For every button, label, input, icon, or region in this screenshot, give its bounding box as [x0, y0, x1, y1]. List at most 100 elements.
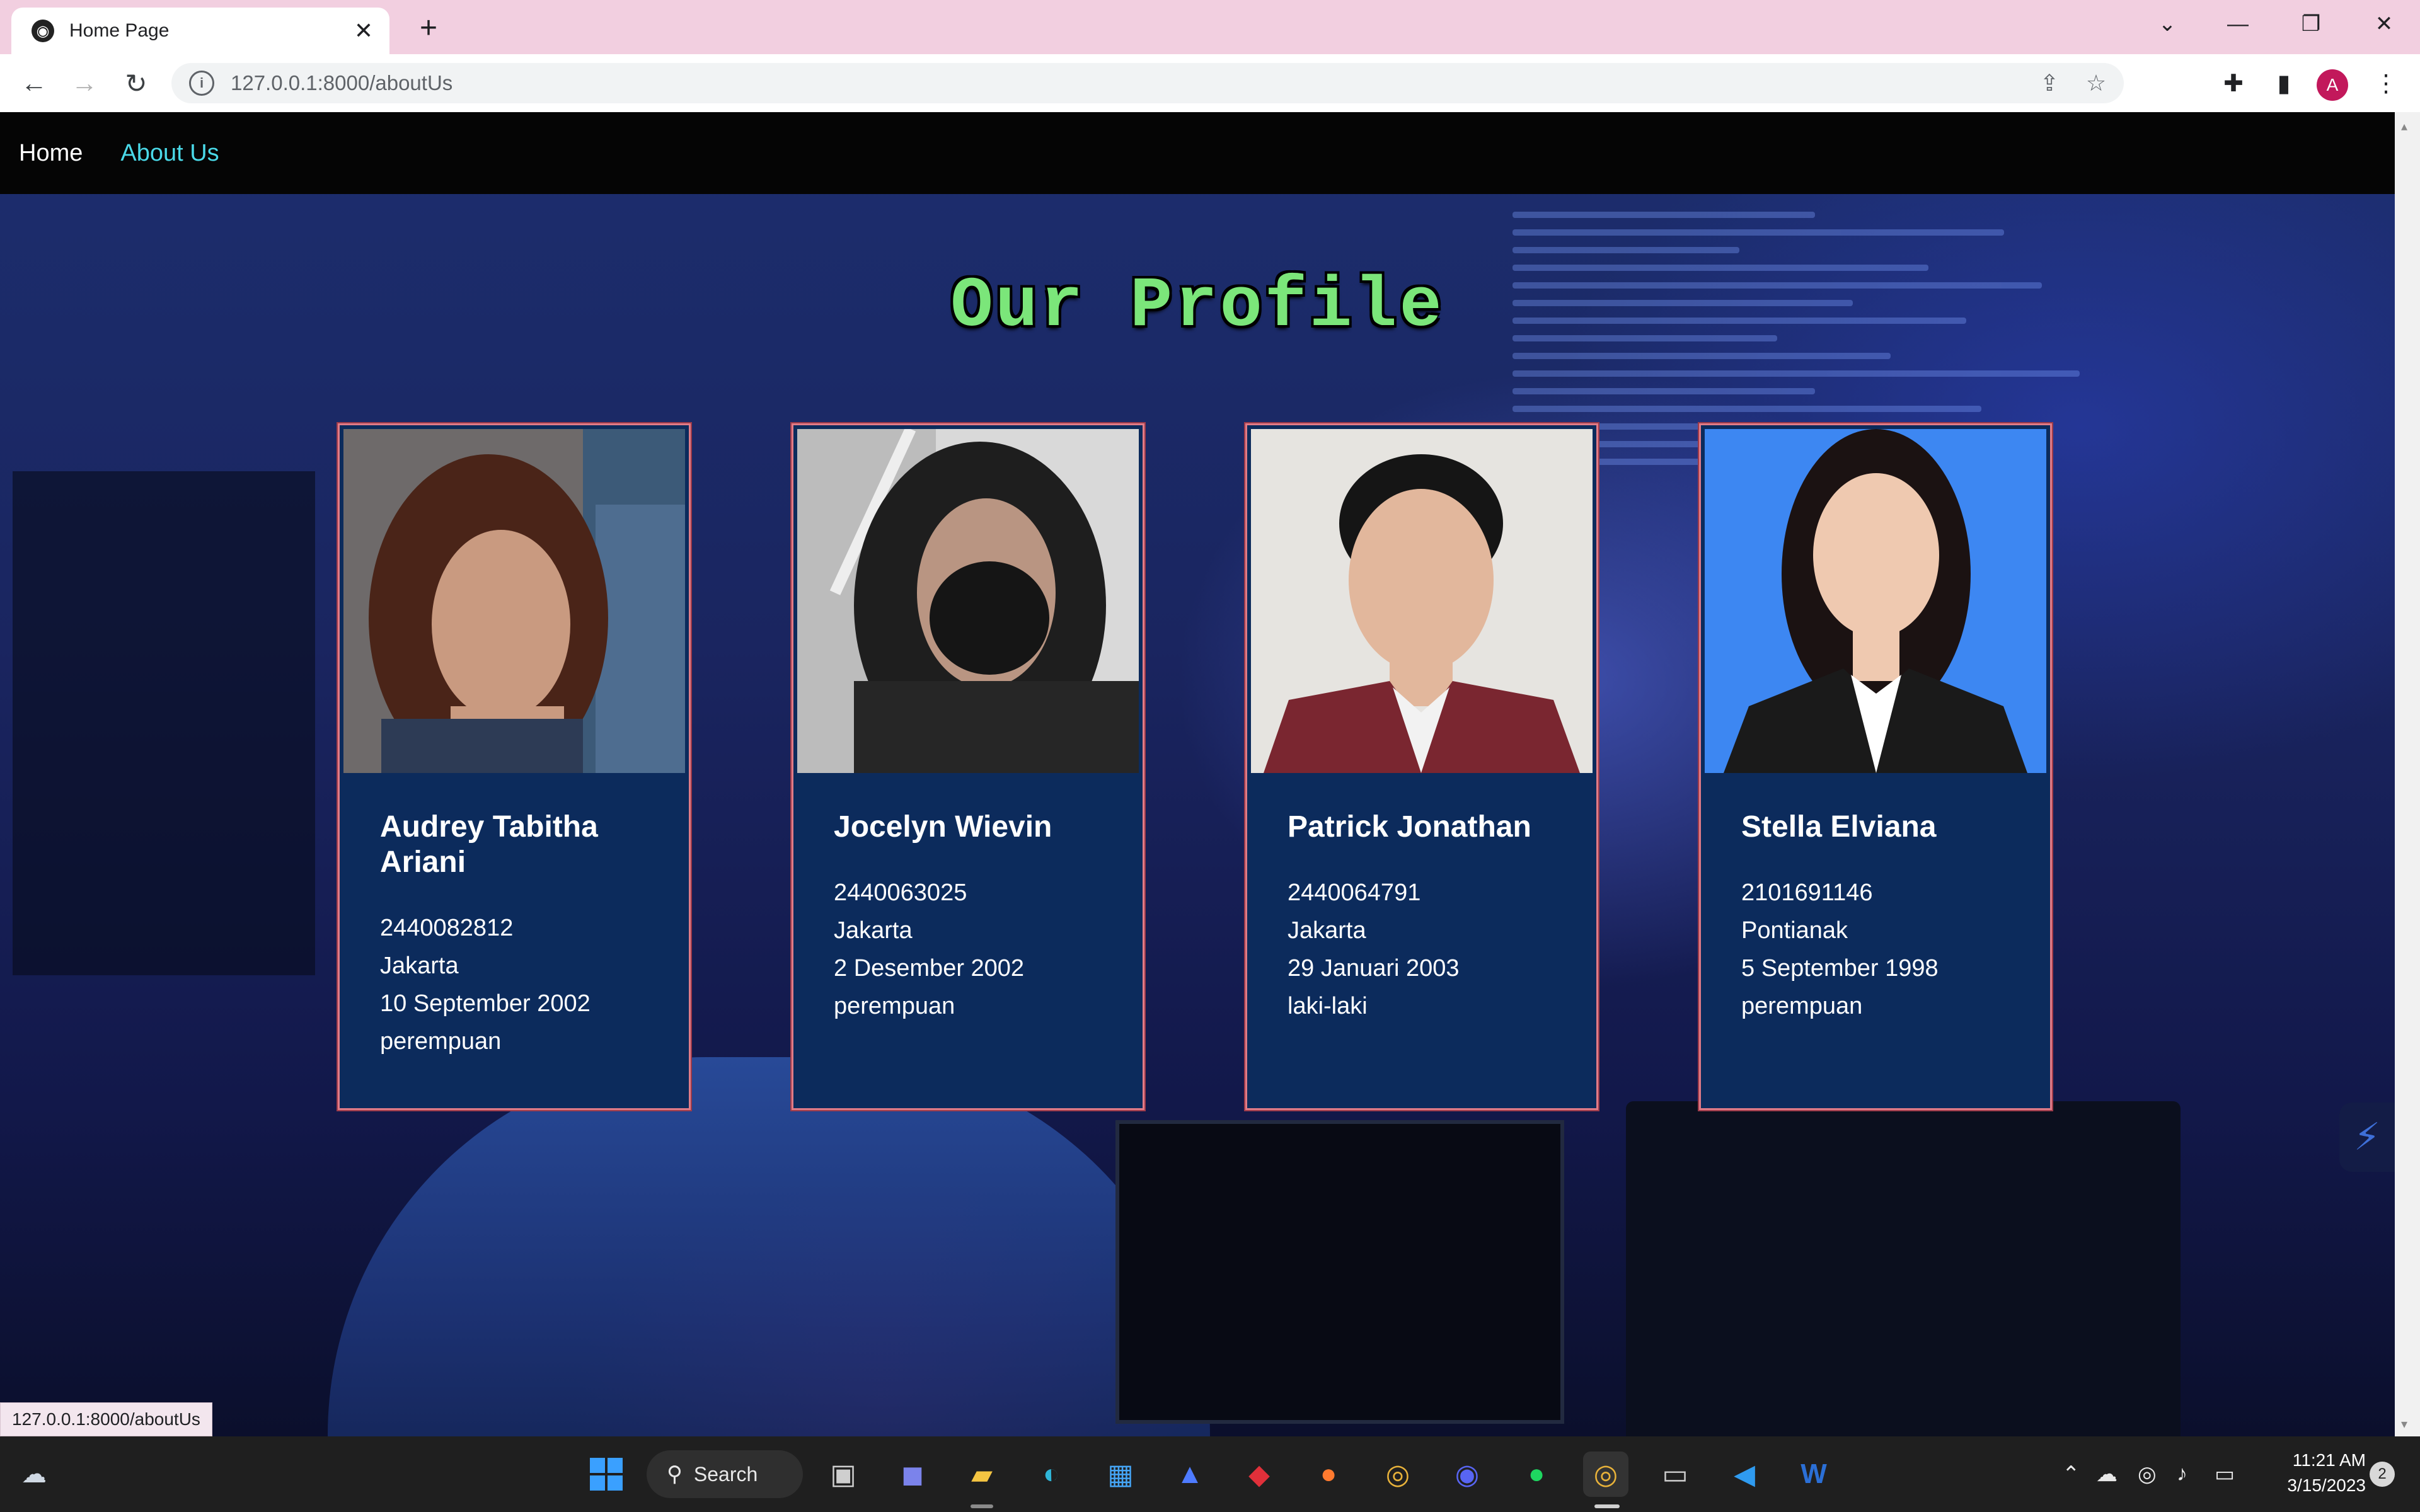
profile-city: Jakarta [834, 917, 913, 944]
profile-birthdate: 29 Januari 2003 [1288, 955, 1460, 982]
tab-title: Home Page [69, 20, 170, 41]
profile-info: Audrey Tabitha Ariani 2440082812 Jakarta… [380, 810, 664, 1060]
profile-photo [1705, 429, 2046, 773]
teams-chat-icon[interactable]: ◼ [890, 1452, 935, 1497]
profile-name: Audrey Tabitha Ariani [380, 810, 598, 879]
profile-info: Patrick Jonathan 2440064791 Jakarta 29 J… [1288, 810, 1571, 1025]
profile-info: Stella Elviana 2101691146 Pontianak 5 Se… [1741, 810, 2025, 1025]
new-tab-button[interactable]: + [410, 9, 447, 47]
notification-badge[interactable]: 2 [2370, 1462, 2395, 1487]
windows-start-icon[interactable] [584, 1452, 629, 1497]
taskbar-clock[interactable]: 11:21 AM 3/15/2023 [2265, 1448, 2366, 1498]
background-person [328, 1057, 1210, 1436]
page-title: Our Profile [950, 266, 1444, 346]
extensions-icon[interactable]: ✚ [2215, 64, 2252, 102]
app-icon[interactable]: ▲ [1167, 1452, 1213, 1497]
profile-card: Patrick Jonathan 2440064791 Jakarta 29 J… [1244, 422, 1599, 1111]
scroll-up-icon[interactable]: ▴ [2401, 118, 2414, 134]
clock-time: 11:21 AM [2292, 1450, 2366, 1470]
close-tab-icon[interactable]: ✕ [354, 18, 373, 44]
clock-date: 3/15/2023 [2287, 1475, 2366, 1495]
close-window-button[interactable]: ✕ [2362, 5, 2406, 43]
active-app-indicator [1594, 1504, 1620, 1508]
profile-gender: laki-laki [1288, 993, 1368, 1019]
floating-extension-icon[interactable]: ⚡ [2339, 1102, 2395, 1172]
profile-birthdate: 2 Desember 2002 [834, 955, 1025, 982]
status-bar-url: 127.0.0.1:8000/aboutUs [0, 1402, 212, 1436]
word-icon[interactable]: W [1791, 1452, 1836, 1497]
profile-id: 2440082812 [380, 915, 514, 941]
profile-birthdate: 5 September 1998 [1741, 955, 1939, 982]
discord-icon[interactable]: ◉ [1444, 1452, 1490, 1497]
profile-name: Jocelyn Wievin [834, 810, 1052, 844]
onedrive-icon[interactable]: ☁ [2096, 1462, 2118, 1487]
globe-icon: ◉ [32, 20, 54, 42]
taskbar-search-label: Search [693, 1462, 758, 1486]
file-explorer-icon[interactable]: ▰ [959, 1452, 1005, 1497]
browser-titlebar: ◉ Home Page ✕ + ⌄ — ❐ ✕ [0, 0, 2420, 54]
address-bar[interactable]: i 127.0.0.1:8000/aboutUs ⇪ ☆ [171, 63, 2124, 103]
profile-card: Jocelyn Wievin 2440063025 Jakarta 2 Dese… [790, 422, 1146, 1111]
tab-search-icon[interactable]: ⌄ [2145, 5, 2189, 43]
profile-id: 2440064791 [1288, 879, 1421, 906]
menu-kebab-icon[interactable]: ⋮ [2367, 64, 2405, 102]
scroll-down-icon[interactable]: ▾ [2401, 1416, 2414, 1431]
windows-taskbar: ☁ ⚲ Search ▣ ◼ ▰ ◐ ▦ ▲ ◆ ● ◎ ◉ ● ◎ ▭ ◀ W… [0, 1436, 2420, 1512]
site-navbar: Home About Us [0, 112, 2395, 194]
background-monitor [1115, 1120, 1564, 1424]
profile-photo [1251, 429, 1593, 773]
forward-icon[interactable]: → [66, 64, 103, 102]
bookmark-star-icon[interactable]: ☆ [2077, 70, 2115, 96]
profile-city: Jakarta [1288, 917, 1366, 944]
show-hidden-icons-chevron-icon[interactable]: ⌃ [2062, 1462, 2080, 1487]
share-icon[interactable]: ⇪ [2031, 70, 2068, 96]
browser-tab[interactable]: ◉ Home Page ✕ [11, 8, 389, 54]
restore-button[interactable]: ❐ [2289, 5, 2333, 43]
profile-gender: perempuan [380, 1028, 502, 1055]
profile-info: Jocelyn Wievin 2440063025 Jakarta 2 Dese… [834, 810, 1117, 1025]
profile-city: Jakarta [380, 953, 459, 979]
network-icon[interactable]: ◎ [2138, 1462, 2157, 1487]
battery-icon[interactable]: ▭ [2215, 1462, 2235, 1487]
task-view-icon[interactable]: ▣ [821, 1452, 866, 1497]
profile-avatar[interactable]: A [2317, 69, 2348, 101]
profile-photo [343, 429, 685, 773]
page-scrollbar[interactable]: ▴ ▾ [2395, 112, 2420, 1436]
vscode-icon[interactable]: ◀ [1722, 1452, 1767, 1497]
profile-name: Patrick Jonathan [1288, 810, 1531, 844]
page-viewport: Home About Us Our Profile Audrey Tabitha… [0, 112, 2395, 1436]
profile-city: Pontianak [1741, 917, 1848, 944]
reload-icon[interactable]: ↻ [117, 64, 155, 102]
chrome-profile-icon[interactable]: ◎ [1583, 1452, 1628, 1497]
edge-icon[interactable]: ◐ [1028, 1452, 1074, 1497]
mcafee-icon[interactable]: ◆ [1236, 1452, 1282, 1497]
search-icon: ⚲ [667, 1462, 683, 1486]
side-panel-icon[interactable]: ▮ [2265, 64, 2303, 102]
taskbar-search[interactable]: ⚲ Search [647, 1450, 803, 1498]
microsoft-store-icon[interactable]: ▦ [1098, 1452, 1143, 1497]
profile-id: 2440063025 [834, 879, 967, 906]
running-indicator [971, 1504, 993, 1508]
profile-gender: perempuan [1741, 993, 1863, 1019]
profile-photo [797, 429, 1139, 773]
profile-name: Stella Elviana [1741, 810, 1937, 844]
minimize-button[interactable]: — [2216, 5, 2260, 43]
terminal-icon[interactable]: ▭ [1652, 1452, 1698, 1497]
chrome-icon[interactable]: ◎ [1375, 1452, 1420, 1497]
profile-card: Audrey Tabitha Ariani 2440082812 Jakarta… [337, 422, 692, 1111]
address-url[interactable]: 127.0.0.1:8000/aboutUs [231, 71, 2031, 95]
profile-birthdate: 10 September 2002 [380, 990, 591, 1017]
site-info-icon[interactable]: i [189, 71, 214, 96]
spotify-icon[interactable]: ● [1514, 1452, 1559, 1497]
background-shelf [13, 471, 315, 975]
firefox-icon[interactable]: ● [1306, 1452, 1351, 1497]
nav-home-link[interactable]: Home [19, 140, 83, 167]
profile-id: 2101691146 [1741, 879, 1873, 906]
weather-icon[interactable]: ☁ [11, 1452, 57, 1497]
profile-card: Stella Elviana 2101691146 Pontianak 5 Se… [1698, 422, 2053, 1111]
browser-toolbar: ← → ↻ i 127.0.0.1:8000/aboutUs ⇪ ☆ ✚ ▮ A… [0, 54, 2420, 112]
back-icon[interactable]: ← [15, 64, 53, 102]
nav-about-link[interactable]: About Us [120, 140, 219, 167]
volume-icon[interactable]: ♪ [2177, 1462, 2187, 1486]
background-monitor-right [1626, 1101, 2181, 1436]
